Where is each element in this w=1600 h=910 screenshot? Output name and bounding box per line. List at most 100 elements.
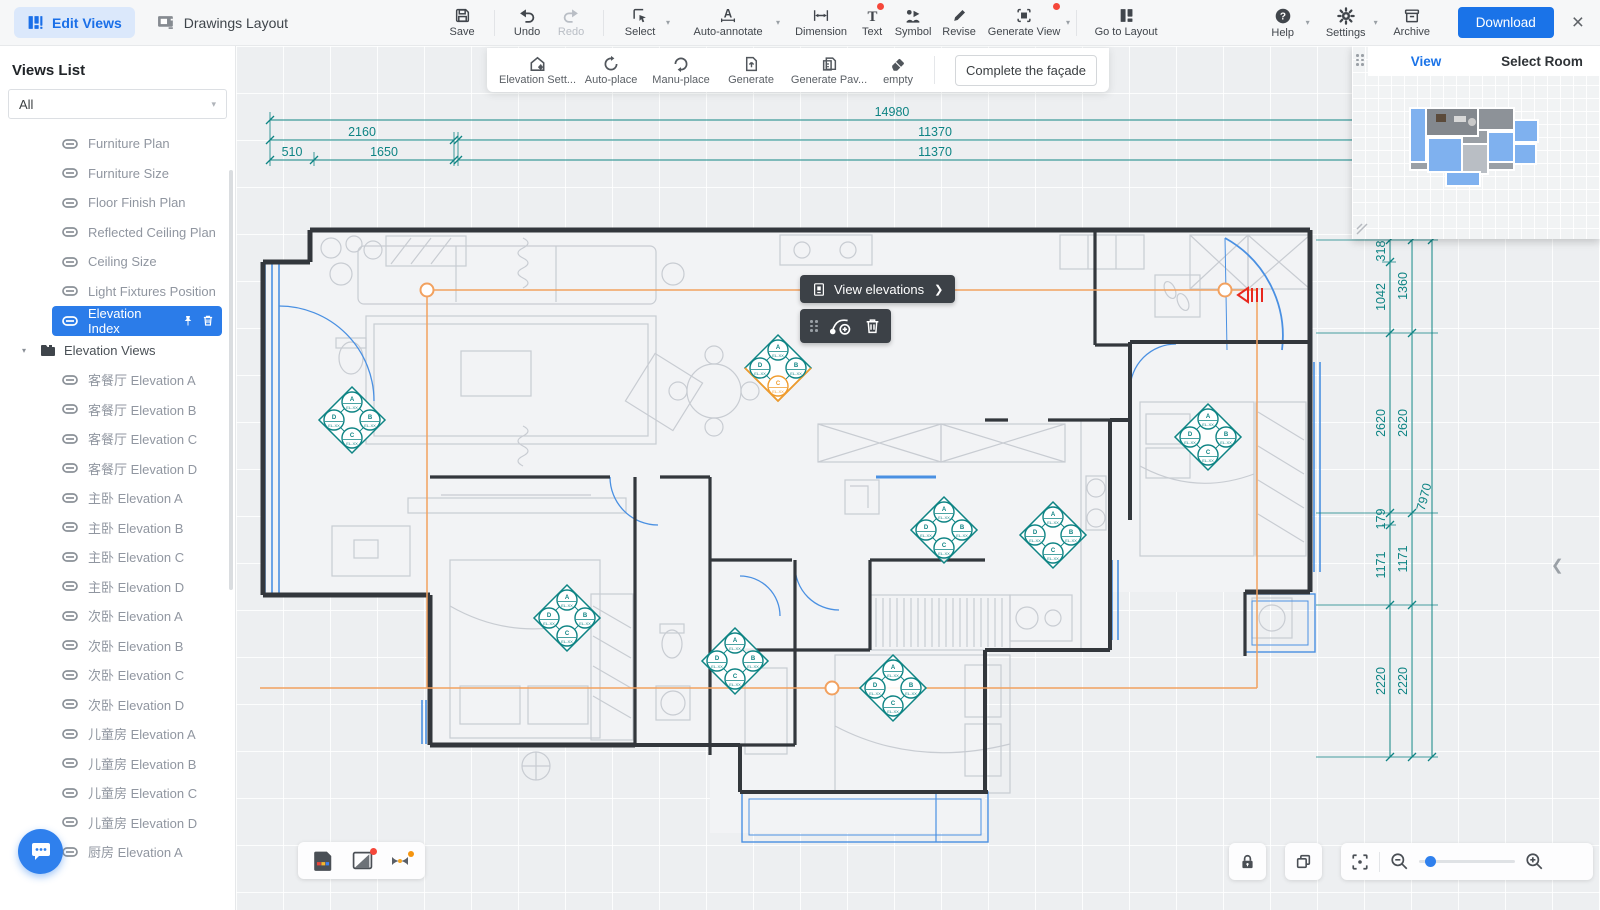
image-layer-icon[interactable] bbox=[352, 851, 373, 870]
floorplan-thumbnail[interactable] bbox=[1388, 100, 1548, 195]
sidebar-view-item[interactable]: 主卧 Elevation B bbox=[52, 513, 222, 543]
sidebar-view-item[interactable]: 主卧 Elevation D bbox=[52, 572, 222, 602]
add-node-icon[interactable] bbox=[830, 316, 852, 336]
revise-button[interactable]: Revise bbox=[936, 2, 982, 44]
sidebar-view-item[interactable]: Reflected Ceiling Plan bbox=[52, 218, 222, 248]
tab-select-room[interactable]: Select Room bbox=[1484, 46, 1600, 76]
help-button[interactable]: ? Help ▾ bbox=[1260, 2, 1306, 44]
svg-text:EL-XX: EL-XX bbox=[887, 673, 899, 678]
svg-text:11370: 11370 bbox=[918, 125, 952, 139]
chevron-down-icon[interactable]: ▾ bbox=[1066, 18, 1070, 27]
sidebar-view-item[interactable]: 厨房 Elevation A bbox=[52, 837, 222, 867]
sidebar-view-item[interactable]: 主卧 Elevation A bbox=[52, 483, 222, 513]
sidebar-view-item[interactable]: 次卧 Elevation D bbox=[52, 690, 222, 720]
tab-drawings-layout[interactable]: Drawings Layout bbox=[157, 14, 288, 31]
sidebar-view-item[interactable]: 儿童房 Elevation D bbox=[52, 808, 222, 838]
text-tool-button[interactable]: T Text bbox=[854, 2, 890, 44]
selection-handle[interactable] bbox=[826, 682, 839, 695]
go-to-layout-button[interactable]: Go to Layout bbox=[1087, 2, 1165, 44]
sidebar-view-item[interactable]: 客餐厅 Elevation A bbox=[52, 365, 222, 395]
collapse-panel-chevron[interactable]: ❮ bbox=[1551, 556, 1564, 574]
download-button[interactable]: Download bbox=[1458, 7, 1554, 38]
chevron-down-icon[interactable]: ▾ bbox=[776, 18, 780, 27]
tab-edit-views[interactable]: Edit Views bbox=[14, 7, 135, 38]
sidebar-view-item-selected[interactable]: Elevation Index bbox=[52, 306, 222, 336]
select-tool-button[interactable]: Select ▾ bbox=[614, 2, 666, 44]
archive-icon bbox=[1403, 7, 1421, 24]
sidebar-view-item[interactable]: 次卧 Elevation A bbox=[52, 601, 222, 631]
close-icon[interactable]: × bbox=[1572, 11, 1584, 35]
archive-button[interactable]: Archive bbox=[1386, 2, 1438, 44]
selection-handle[interactable] bbox=[421, 284, 434, 297]
sidebar-view-item[interactable]: Furniture Size bbox=[52, 159, 222, 189]
redo-button[interactable]: Redo bbox=[549, 2, 593, 44]
generate-button[interactable]: Generate bbox=[716, 55, 786, 86]
sidebar-view-item[interactable]: Floor Finish Plan bbox=[52, 188, 222, 218]
empty-eraser-button[interactable]: empty bbox=[872, 55, 924, 86]
trash-icon[interactable] bbox=[202, 314, 214, 327]
save-button[interactable]: Save bbox=[440, 2, 484, 44]
pin-icon[interactable] bbox=[182, 315, 194, 327]
svg-text:A: A bbox=[565, 595, 570, 601]
drag-handle-icon[interactable] bbox=[810, 320, 818, 332]
sidebar-view-item[interactable]: 儿童房 Elevation C bbox=[52, 778, 222, 808]
sidebar-view-item[interactable]: 客餐厅 Elevation D bbox=[52, 454, 222, 484]
view-elevations-tooltip[interactable]: View elevations ❯ bbox=[800, 275, 955, 303]
zoom-out-icon[interactable] bbox=[1390, 852, 1409, 871]
sidebar-view-item[interactable]: Ceiling Size bbox=[52, 247, 222, 277]
chat-support-button[interactable] bbox=[18, 829, 63, 874]
panel-drag-handle-icon[interactable] bbox=[1356, 54, 1364, 66]
undo-button[interactable]: Undo bbox=[505, 2, 549, 44]
sidebar-item-label: Elevation Index bbox=[88, 306, 172, 336]
tab-view[interactable]: View bbox=[1368, 46, 1484, 76]
sidebar-view-item[interactable]: 客餐厅 Elevation C bbox=[52, 424, 222, 454]
zoom-slider[interactable] bbox=[1419, 860, 1515, 863]
svg-text:D: D bbox=[924, 525, 929, 531]
generate-pav-button[interactable]: Generate Pav... bbox=[786, 55, 872, 86]
sidebar-folder-elevation-views[interactable]: ▾Elevation Views bbox=[22, 336, 235, 366]
sidebar-view-item[interactable]: 儿童房 Elevation A bbox=[52, 719, 222, 749]
undo-icon bbox=[518, 7, 536, 24]
selection-handle[interactable] bbox=[1219, 284, 1232, 297]
sidebar-view-item[interactable]: 儿童房 Elevation B bbox=[52, 749, 222, 779]
sidebar-view-item[interactable]: Light Fixtures Position bbox=[52, 277, 222, 307]
dimension-button[interactable]: Dimension bbox=[788, 2, 854, 44]
svg-text:EL-XX: EL-XX bbox=[747, 664, 759, 669]
lock-button[interactable] bbox=[1229, 843, 1266, 880]
legend-doc-icon[interactable] bbox=[312, 851, 334, 871]
manu-place-button[interactable]: Manu-place bbox=[646, 55, 716, 86]
sidebar-scrollbar[interactable] bbox=[229, 170, 233, 590]
sidebar-view-item[interactable]: Furniture Plan bbox=[52, 129, 222, 159]
sidebar-view-item[interactable]: 主卧 Elevation C bbox=[52, 542, 222, 572]
complete-facade-button[interactable]: Complete the façade bbox=[955, 55, 1097, 86]
settings-button[interactable]: Settings ▾ bbox=[1318, 2, 1374, 44]
duplicate-button[interactable] bbox=[1285, 843, 1322, 880]
panel-resize-handle[interactable] bbox=[1355, 222, 1369, 236]
zoom-in-icon[interactable] bbox=[1525, 852, 1544, 871]
sidebar-view-item[interactable]: 次卧 Elevation B bbox=[52, 631, 222, 661]
sidebar-view-item[interactable]: 厨房 Elevation B bbox=[52, 867, 222, 870]
chevron-down-icon[interactable]: ▾ bbox=[666, 18, 670, 27]
generate-view-button[interactable]: Generate View ▾ bbox=[982, 2, 1066, 44]
auto-annotate-button[interactable]: A Auto-annotate ▾ bbox=[680, 2, 776, 44]
sidebar-view-item[interactable]: 客餐厅 Elevation B bbox=[52, 395, 222, 425]
svg-text:EL-XX: EL-XX bbox=[938, 551, 950, 556]
zoom-slider-knob[interactable] bbox=[1425, 856, 1436, 867]
trash-icon[interactable] bbox=[864, 317, 881, 335]
chevron-down-icon[interactable]: ▾ bbox=[1374, 18, 1378, 27]
symbol-tool-button[interactable]: Symbol bbox=[890, 2, 936, 44]
tools-icon[interactable] bbox=[391, 853, 411, 869]
view-link-icon bbox=[62, 757, 78, 769]
sidebar-view-item[interactable]: 次卧 Elevation C bbox=[52, 660, 222, 690]
fit-view-icon[interactable] bbox=[1351, 853, 1369, 871]
elevation-settings-button[interactable]: Elevation Sett... bbox=[499, 55, 576, 86]
sidebar-item-label: 儿童房 Elevation B bbox=[88, 754, 196, 773]
svg-text:2220: 2220 bbox=[1374, 667, 1388, 695]
chevron-down-icon[interactable]: ▾ bbox=[1306, 18, 1310, 27]
svg-text:EL-XX: EL-XX bbox=[561, 639, 573, 644]
marker-mini-toolbar[interactable] bbox=[800, 309, 891, 343]
collapse-caret-icon[interactable]: ▾ bbox=[22, 346, 32, 355]
auto-place-button[interactable]: Auto-place bbox=[576, 55, 646, 86]
views-filter-dropdown[interactable]: All ▾ bbox=[8, 89, 227, 119]
notification-badge bbox=[1053, 3, 1060, 10]
